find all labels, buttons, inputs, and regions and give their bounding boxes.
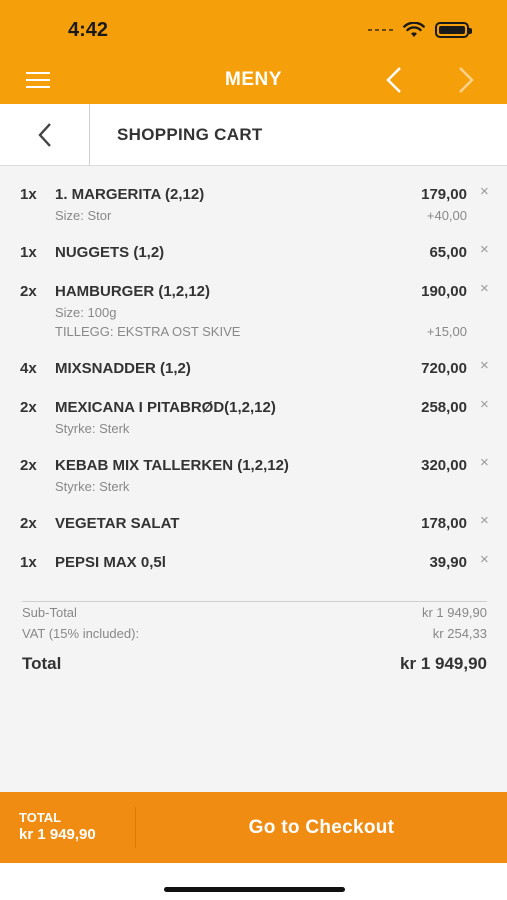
footer-total-value: kr 1 949,90 [19,826,96,843]
item-quantity: 1x [20,244,37,261]
total-label: Total [22,654,62,673]
item-option: Styrke: Sterk [55,479,130,494]
total-value: kr 1 949,90 [400,654,487,673]
item-price: 178,00 [421,515,467,532]
item-name: MEXICANA I PITABRØD(1,2,12) [55,399,276,416]
home-indicator-area [0,863,507,900]
status-time: 4:42 [68,19,109,41]
item-option-price: +15,00 [426,324,467,339]
nav-title: MENY [225,69,282,90]
cellular-icon [368,29,393,31]
back-button[interactable] [0,104,90,166]
item-name: KEBAB MIX TALLERKEN (1,2,12) [55,457,289,474]
item-name: HAMBURGER (1,2,12) [55,283,211,300]
chevron-left-icon [37,123,51,147]
remove-item-icon[interactable]: × [480,396,489,413]
item-quantity: 2x [20,457,37,474]
item-price: 39,90 [429,554,467,571]
item-quantity: 2x [20,399,37,416]
item-price: 720,00 [421,360,467,377]
footer-total: TOTAL kr 1 949,90 [19,810,96,843]
home-indicator[interactable] [164,887,345,892]
item-price: 190,00 [421,283,467,300]
app-header: 4:42 MENY [0,0,507,104]
item-name: PEPSI MAX 0,5l [55,554,166,571]
nav-back-icon[interactable] [384,66,404,99]
subtotal-value: kr 1 949,90 [421,605,487,620]
item-price: 258,00 [421,399,467,416]
item-name: NUGGETS (1,2) [55,244,165,261]
item-option: Size: 100g [55,305,117,320]
item-name: VEGETAR SALAT [55,515,180,532]
remove-item-icon[interactable]: × [480,357,489,374]
checkout-footer: TOTAL kr 1 949,90 Go to Checkout [0,792,507,863]
item-name: MIXSNADDER (1,2) [55,360,191,377]
cart-subheader: SHOPPING CART [0,104,507,166]
vat-value: kr 254,33 [432,626,487,641]
battery-icon [435,22,472,38]
remove-item-icon[interactable]: × [480,183,489,200]
go-to-checkout-button[interactable]: Go to Checkout [136,792,507,863]
item-quantity: 1x [20,186,37,203]
footer-total-label: TOTAL [19,810,62,825]
item-option-price: +40,00 [426,208,467,223]
remove-item-icon[interactable]: × [480,454,489,471]
subtotal-label: Sub-Total [22,605,77,620]
item-price: 320,00 [421,457,467,474]
item-option: TILLEGG: EKSTRA OST SKIVE [55,324,241,339]
item-option: Styrke: Sterk [55,421,130,436]
vat-label: VAT (15% included): [22,626,140,641]
remove-item-icon[interactable]: × [480,241,489,258]
status-icons [368,22,472,38]
page-title: SHOPPING CART [117,125,263,144]
item-quantity: 2x [20,515,37,532]
remove-item-icon[interactable]: × [480,551,489,568]
wifi-icon [403,22,425,37]
item-quantity: 1x [20,554,37,571]
remove-item-icon[interactable]: × [480,512,489,529]
remove-item-icon[interactable]: × [480,280,489,297]
item-option: Size: Stor [55,208,112,223]
item-quantity: 2x [20,283,37,300]
item-name: 1. MARGERITA (2,12) [55,186,205,203]
item-price: 65,00 [429,244,467,261]
item-price: 179,00 [421,186,467,203]
summary-divider [22,601,487,602]
nav-forward-icon[interactable] [456,66,476,99]
item-quantity: 4x [20,360,37,377]
